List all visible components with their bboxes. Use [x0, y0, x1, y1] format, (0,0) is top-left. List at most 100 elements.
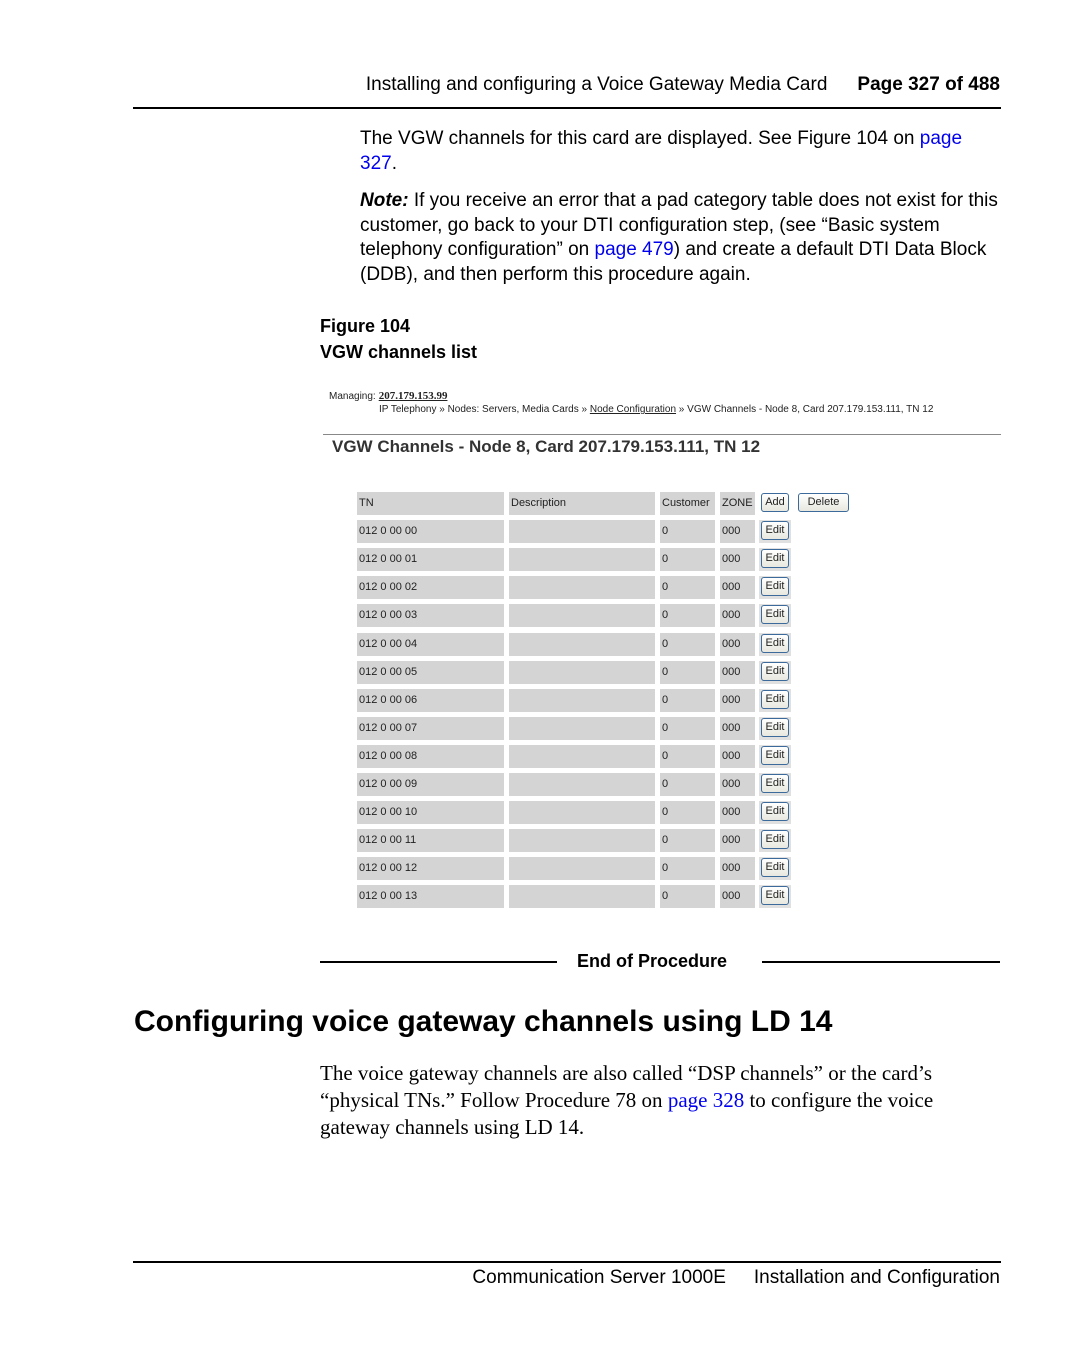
edit-button[interactable]: Edit — [761, 774, 789, 793]
cell-customer: 0 — [660, 604, 715, 628]
edit-button[interactable]: Edit — [761, 577, 789, 597]
footer-doc: Installation and Configuration — [753, 1267, 1000, 1288]
table-row: 012 0 00 13 0 000 Edit — [357, 885, 877, 909]
step-paragraph: The VGW channels for this card are displ… — [360, 128, 963, 174]
cell-tn: 012 0 00 11 — [357, 829, 504, 853]
table-row: 012 0 00 05 0 000 Edit — [357, 660, 877, 684]
cell-description — [509, 801, 655, 825]
breadcrumb: IP Telephony » Nodes: Servers, Media Car… — [379, 404, 934, 415]
cell-description — [509, 604, 655, 628]
edit-button[interactable]: Edit — [761, 605, 789, 625]
table-row: 012 0 00 09 0 000 Edit — [357, 773, 877, 796]
table-row: 012 0 00 01 0 000 Edit — [357, 548, 877, 572]
cell-tn: 012 0 00 07 — [357, 716, 504, 740]
cell-zone: 000 — [720, 604, 755, 628]
table-row: 012 0 00 06 0 000 Edit — [357, 688, 877, 712]
figure-number: Figure 104 — [320, 316, 411, 336]
table-row: 012 0 00 08 0 000 Edit — [357, 744, 877, 768]
edit-button[interactable]: Edit — [761, 858, 789, 878]
cell-customer: 0 — [660, 829, 715, 853]
cell-tn: 012 0 00 05 — [357, 660, 504, 684]
cell-customer: 0 — [660, 857, 715, 881]
cell-tn: 012 0 00 10 — [357, 801, 504, 825]
cell-tn: 012 0 00 09 — [357, 773, 504, 796]
section-heading: Configuring voice gateway channels using… — [134, 1005, 833, 1038]
cell-description — [509, 829, 655, 853]
page-link-479[interactable]: page 479 — [595, 239, 674, 260]
cell-zone: 000 — [720, 744, 755, 768]
end-of-procedure-rule-left — [320, 961, 557, 963]
running-footer: Communication Server 1000E Installation a… — [135, 1267, 1000, 1289]
delete-button[interactable]: Delete — [798, 493, 849, 512]
figure-title: VGW channels list — [320, 342, 478, 362]
cell-zone: 000 — [720, 857, 755, 881]
cell-customer: 0 — [660, 744, 715, 768]
table-row: 012 0 00 03 0 000 Edit — [357, 604, 877, 628]
cell-description — [509, 660, 655, 684]
note-paragraph: Note: If you receive an error that a pad… — [360, 190, 998, 285]
edit-button[interactable]: Edit — [761, 886, 789, 906]
cell-description — [509, 857, 655, 881]
table-row: 012 0 00 02 0 000 Edit — [357, 576, 877, 600]
cell-description — [509, 773, 655, 796]
edit-button[interactable]: Edit — [761, 802, 789, 822]
edit-button[interactable]: Edit — [761, 689, 789, 709]
edit-button[interactable]: Edit — [761, 830, 789, 850]
page-title: VGW Channels - Node 8, Card 207.179.153.… — [332, 437, 761, 456]
cell-description — [509, 576, 655, 600]
cell-customer: 0 — [660, 632, 715, 656]
cell-customer: 0 — [660, 576, 715, 600]
add-button[interactable]: Add — [761, 493, 789, 512]
cell-description — [509, 744, 655, 768]
section-paragraph: The voice gateway channels are also call… — [320, 1061, 934, 1139]
cell-zone: 000 — [720, 829, 755, 853]
chapter-title: Installing and configuring a Voice Gatew… — [365, 74, 828, 95]
figure-divider — [323, 434, 1001, 435]
cell-tn: 012 0 00 06 — [357, 688, 504, 712]
cell-customer: 0 — [660, 885, 715, 909]
cell-tn: 012 0 00 02 — [357, 576, 504, 600]
cell-zone: 000 — [720, 688, 755, 712]
cell-customer: 0 — [660, 688, 715, 712]
table-row: 012 0 00 10 0 000 Edit — [357, 801, 877, 825]
cell-customer: 0 — [660, 801, 715, 825]
cell-tn: 012 0 00 03 — [357, 604, 504, 628]
cell-customer: 0 — [660, 548, 715, 572]
cell-description — [509, 885, 655, 909]
cell-description — [509, 520, 655, 544]
edit-button[interactable]: Edit — [761, 661, 789, 681]
cell-customer: 0 — [660, 716, 715, 740]
cell-zone: 000 — [720, 548, 755, 572]
cell-zone: 000 — [720, 773, 755, 796]
table-row: 012 0 00 04 0 000 Edit — [357, 632, 877, 656]
cell-description — [509, 632, 655, 656]
edit-button[interactable]: Edit — [761, 521, 789, 541]
managing-ip-link[interactable]: 207.179.153.99 — [379, 390, 448, 402]
cell-zone: 000 — [720, 716, 755, 740]
cell-tn: 012 0 00 00 — [357, 520, 504, 544]
column-header-description: Description — [509, 492, 655, 515]
end-of-procedure-rule-right — [762, 961, 1000, 963]
page-number: Page 327 of 488 — [857, 74, 1000, 95]
breadcrumb-node-configuration[interactable]: Node Configuration — [590, 404, 676, 415]
cell-customer: 0 — [660, 773, 715, 796]
cell-zone: 000 — [720, 520, 755, 544]
cell-tn: 012 0 00 04 — [357, 632, 504, 656]
table-row: 012 0 00 07 0 000 Edit — [357, 716, 877, 740]
cell-customer: 0 — [660, 520, 715, 544]
edit-button[interactable]: Edit — [761, 745, 789, 765]
column-header-tn: TN — [357, 492, 504, 515]
cell-description — [509, 548, 655, 572]
edit-button[interactable]: Edit — [761, 633, 789, 653]
cell-tn: 012 0 00 13 — [357, 885, 504, 909]
cell-customer: 0 — [660, 660, 715, 684]
end-of-procedure: End of Procedure — [577, 951, 728, 971]
note-label: Note: — [360, 190, 409, 211]
cell-zone: 000 — [720, 660, 755, 684]
edit-button[interactable]: Edit — [761, 549, 789, 569]
footer-rule — [133, 1261, 1001, 1263]
cell-tn: 012 0 00 08 — [357, 744, 504, 768]
edit-button[interactable]: Edit — [761, 717, 789, 737]
page-link-328[interactable]: page 328 — [668, 1088, 744, 1112]
cell-zone: 000 — [720, 885, 755, 909]
